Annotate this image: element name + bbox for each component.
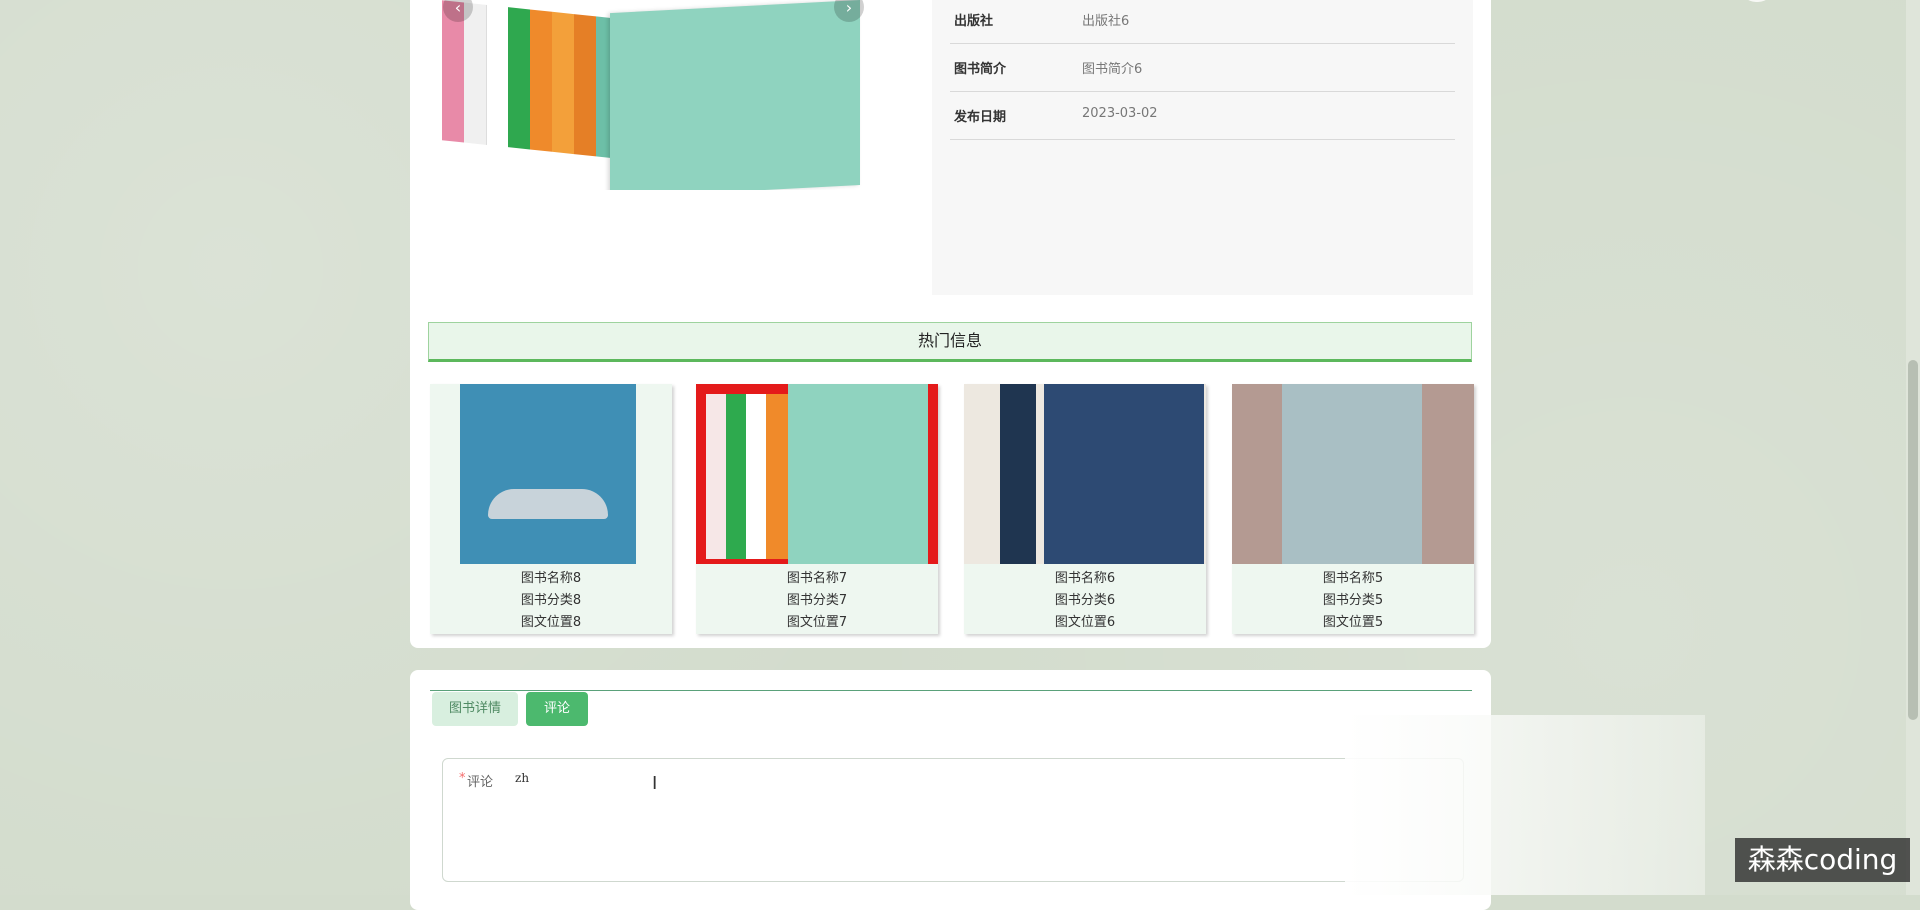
tab-comment[interactable]: 评论 [526,692,588,726]
scrollbar-thumb[interactable] [1908,360,1918,720]
hot-card-position: 图文位置8 [520,615,582,630]
hot-info-header: 热门信息 [428,322,1472,362]
detail-value: 出版社6 [1082,14,1130,29]
detail-row-publisher: 出版社 出版社6 [950,0,1455,44]
hot-card-position: 图文位置7 [786,615,848,630]
book-thumbnail [1232,384,1474,564]
hot-card[interactable]: 图书名称8 图书分类8 图文位置8 [430,384,672,634]
hot-card-name: 图书名称7 [786,571,848,586]
hot-card[interactable]: 图书名称6 图书分类6 图文位置6 [964,384,1206,634]
detail-value: 图书简介6 [1082,62,1143,77]
hot-card-category: 图书分类8 [520,593,582,608]
cover-front [610,0,860,190]
detail-key: 图书简介 [954,62,1007,77]
comment-label: 评论 [467,775,494,790]
tab-divider [430,690,1472,691]
hot-card-category: 图书分类7 [786,593,848,608]
book-thumbnail [964,384,1206,564]
hot-card-name: 图书名称6 [1054,571,1116,586]
detail-value: 2023-03-02 [1082,106,1158,121]
hot-card-name: 图书名称8 [520,571,582,586]
comment-field[interactable]: * 评论 zh [442,758,1464,882]
required-mark: * [459,771,466,786]
text-cursor-icon: I [652,773,658,794]
book-cover-image [440,0,870,190]
hot-card-category: 图书分类6 [1054,593,1116,608]
hot-card-position: 图文位置5 [1322,615,1384,630]
hot-card[interactable]: 图书名称5 图书分类5 图文位置5 [1232,384,1474,634]
detail-row-intro: 图书简介 图书简介6 [950,44,1455,92]
hot-card-category: 图书分类5 [1322,593,1384,608]
cover-spines [440,0,620,169]
chevron-right-icon: › [845,0,853,17]
detail-table: 出版社 出版社6 图书简介 图书简介6 发布日期 2023-03-02 [932,0,1473,295]
detail-key: 发布日期 [954,110,1007,125]
book-thumbnail [696,384,938,564]
book-thumbnail [430,384,672,564]
hot-card-name: 图书名称5 [1322,571,1384,586]
hot-card-position: 图文位置6 [1054,615,1116,630]
detail-key: 出版社 [954,14,994,29]
detail-row-date: 发布日期 2023-03-02 [950,92,1455,140]
hot-card[interactable]: 图书名称7 图书分类7 图文位置7 [696,384,938,634]
tab-book-detail[interactable]: 图书详情 [432,692,518,726]
comment-input-value[interactable]: zh [515,771,529,785]
watermark: 森森coding [1735,838,1910,882]
chevron-left-icon: ‹ [454,0,462,17]
overlay-fade [1345,715,1705,895]
